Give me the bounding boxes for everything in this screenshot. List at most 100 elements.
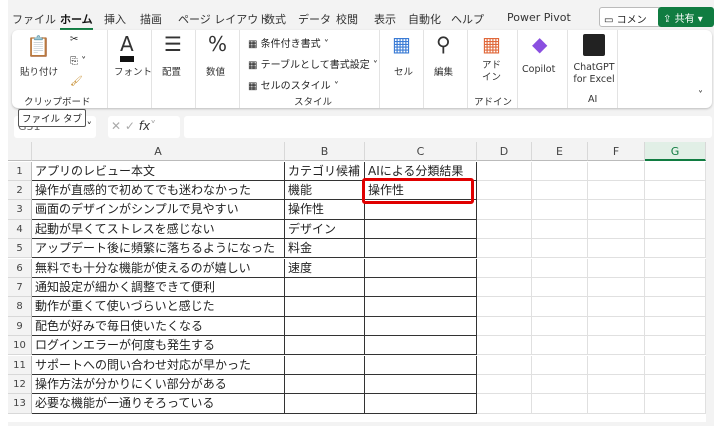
cell-D1[interactable] [477,161,532,181]
row-header-13[interactable]: 13 [8,394,32,414]
cell-C9[interactable] [365,316,477,337]
cell-G6[interactable] [645,258,706,278]
cell-G3[interactable] [645,200,706,220]
row-header-4[interactable]: 4 [8,219,32,240]
cell-F2[interactable] [588,180,645,201]
cell-E3[interactable] [532,200,588,220]
cell-E13[interactable] [532,394,588,414]
row-header-1[interactable]: 1 [8,161,32,181]
cell-F5[interactable] [588,239,645,259]
cell-B8[interactable] [285,297,365,317]
cell-A1[interactable]: アプリのレビュー本文 [32,161,285,181]
cell-A9[interactable]: 配色が好みで毎日使いたくなる [32,316,285,337]
cell-A5[interactable]: アップデート後に頻繁に落ちるようになった [32,239,285,259]
comment-button[interactable]: ▭ コメント [599,7,661,41]
column-header-D[interactable]: D [477,142,532,161]
cell-A3[interactable]: 画面のデザインがシンプルで見やすい [32,200,285,220]
cell-E5[interactable] [532,239,588,259]
column-header-B[interactable]: B [285,142,365,161]
cells-group[interactable]: ▦ セル [380,30,424,108]
cell-D13[interactable] [477,394,532,414]
tab-7[interactable]: 校閲 [336,11,358,27]
formula-input[interactable] [184,116,712,138]
cell-E10[interactable] [532,336,588,356]
select-all-corner[interactable] [8,142,32,161]
tab-0[interactable]: ファイル [12,11,56,27]
cell-F3[interactable] [588,200,645,220]
cell-E2[interactable] [532,180,588,201]
cell-A8[interactable]: 動作が重くて使いづらいと感じた [32,297,285,317]
tab-4[interactable]: ページ レイアウト [178,11,269,27]
cell-B10[interactable] [285,336,365,356]
cell-F4[interactable] [588,219,645,240]
cell-E11[interactable] [532,355,588,375]
number-group[interactable]: % 数値 [196,30,240,108]
cell-E6[interactable] [532,258,588,278]
copy-icon[interactable]: ⎘ ˅ [70,56,86,67]
cell-C13[interactable] [365,394,477,414]
cell-B4[interactable]: デザイン [285,219,365,240]
row-header-3[interactable]: 3 [8,200,32,220]
row-header-6[interactable]: 6 [8,258,32,278]
cell-F1[interactable] [588,161,645,181]
cell-C5[interactable] [365,239,477,259]
cell-A13[interactable]: 必要な機能が一通りそろっている [32,394,285,414]
cell-F8[interactable] [588,297,645,317]
cell-B9[interactable] [285,316,365,337]
copilot-button[interactable]: ◆ Copilot [518,30,568,108]
tab-1[interactable]: ホーム [60,11,93,30]
cell-B3[interactable]: 操作性 [285,200,365,220]
tab-8[interactable]: 表示 [374,11,396,27]
tab-5[interactable]: 数式 [264,11,286,27]
cell-F7[interactable] [588,277,645,298]
cell-G2[interactable] [645,180,706,201]
cell-D3[interactable] [477,200,532,220]
cell-G12[interactable] [645,374,706,395]
column-header-A[interactable]: A [32,142,285,161]
cell-D8[interactable] [477,297,532,317]
cell-G9[interactable] [645,316,706,337]
cell-D9[interactable] [477,316,532,337]
cell-E1[interactable] [532,161,588,181]
cell-G11[interactable] [645,355,706,375]
cell-D2[interactable] [477,180,532,201]
cell-G10[interactable] [645,336,706,356]
cell-B1[interactable]: カテゴリ候補 [285,161,365,181]
tab-2[interactable]: 挿入 [104,11,126,27]
conditional-format-button[interactable]: ▦ 条件付き書式 ˅ [248,35,329,50]
row-header-5[interactable]: 5 [8,239,32,259]
row-header-8[interactable]: 8 [8,297,32,317]
cell-D6[interactable] [477,258,532,278]
tab-11[interactable]: Power Pivot [507,11,571,24]
cell-B11[interactable] [285,355,365,375]
cell-D11[interactable] [477,355,532,375]
cell-E4[interactable] [532,219,588,240]
cell-G7[interactable] [645,277,706,298]
addin-group[interactable]: ▦ アド イン アドイン [468,30,518,108]
row-header-11[interactable]: 11 [8,355,32,375]
cell-A4[interactable]: 起動が早くてストレスを感じない [32,219,285,240]
cell-G8[interactable] [645,297,706,317]
cell-G4[interactable] [645,219,706,240]
cell-F9[interactable] [588,316,645,337]
cell-D4[interactable] [477,219,532,240]
cell-D12[interactable] [477,374,532,395]
cell-F11[interactable] [588,355,645,375]
row-header-2[interactable]: 2 [8,180,32,201]
cell-B13[interactable] [285,394,365,414]
cut-icon[interactable]: ✂ [70,34,78,45]
cell-A6[interactable]: 無料でも十分な機能が使えるのが嬉しい [32,258,285,278]
cell-G1[interactable] [645,161,706,181]
cell-style-button[interactable]: ▦ セルのスタイル ˅ [248,77,339,92]
tab-10[interactable]: ヘルプ [451,11,484,27]
cell-C10[interactable] [365,336,477,356]
cell-C8[interactable] [365,297,477,317]
column-header-C[interactable]: C [365,142,477,161]
tab-6[interactable]: データ [298,11,331,27]
row-header-7[interactable]: 7 [8,277,32,298]
paste-button[interactable]: 貼り付け [20,64,58,78]
cell-E7[interactable] [532,277,588,298]
cell-C6[interactable] [365,258,477,278]
cell-B12[interactable] [285,374,365,395]
tab-9[interactable]: 自動化 [408,11,441,27]
